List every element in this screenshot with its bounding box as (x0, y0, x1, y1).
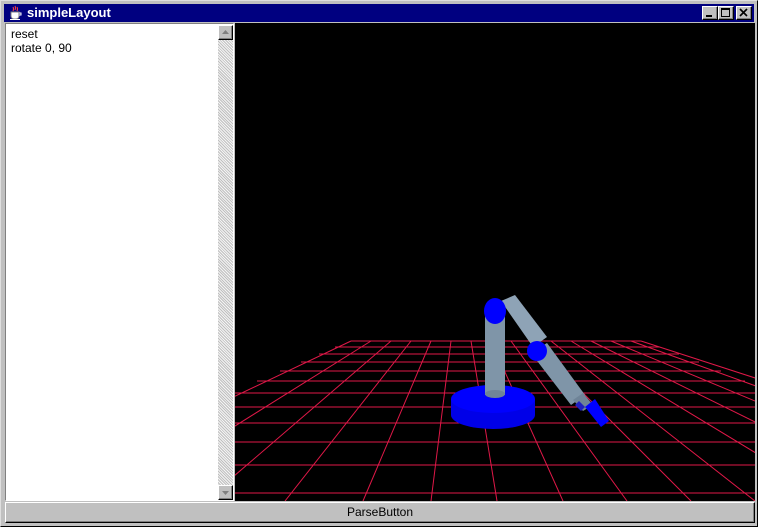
minimize-icon (706, 15, 712, 17)
3d-viewport[interactable] (14, 23, 758, 502)
scroll-up-button[interactable] (218, 25, 233, 40)
command-line: rotate 0, 90 (11, 41, 72, 55)
robot-upper-arm (501, 295, 547, 347)
command-text[interactable]: reset rotate 0, 90 (11, 27, 211, 55)
robot-arm-scene (14, 295, 758, 502)
robot-elbow-joint (527, 341, 547, 361)
vertical-scrollbar[interactable] (218, 25, 233, 500)
title-bar[interactable]: simpleLayout (4, 4, 754, 22)
parse-button[interactable]: ParseButton (5, 502, 755, 523)
command-line: reset (11, 27, 38, 41)
java-cup-icon[interactable] (7, 5, 23, 21)
robot-shoulder-joint (484, 298, 506, 324)
command-textarea[interactable]: reset rotate 0, 90 (5, 23, 234, 501)
column-foot (485, 390, 505, 398)
minimize-button[interactable] (702, 6, 718, 20)
scroll-up-icon (222, 30, 229, 34)
maximize-button[interactable] (718, 6, 734, 20)
window-title: simpleLayout (27, 5, 111, 20)
scroll-down-button[interactable] (218, 485, 233, 500)
scroll-down-icon (222, 491, 229, 495)
maximize-icon (721, 8, 730, 17)
app-window: simpleLayout reset rotate 0, 90 ParseBut… (0, 0, 758, 527)
close-button[interactable] (736, 6, 752, 20)
close-icon (739, 8, 748, 17)
content-pane: reset rotate 0, 90 (5, 23, 758, 502)
